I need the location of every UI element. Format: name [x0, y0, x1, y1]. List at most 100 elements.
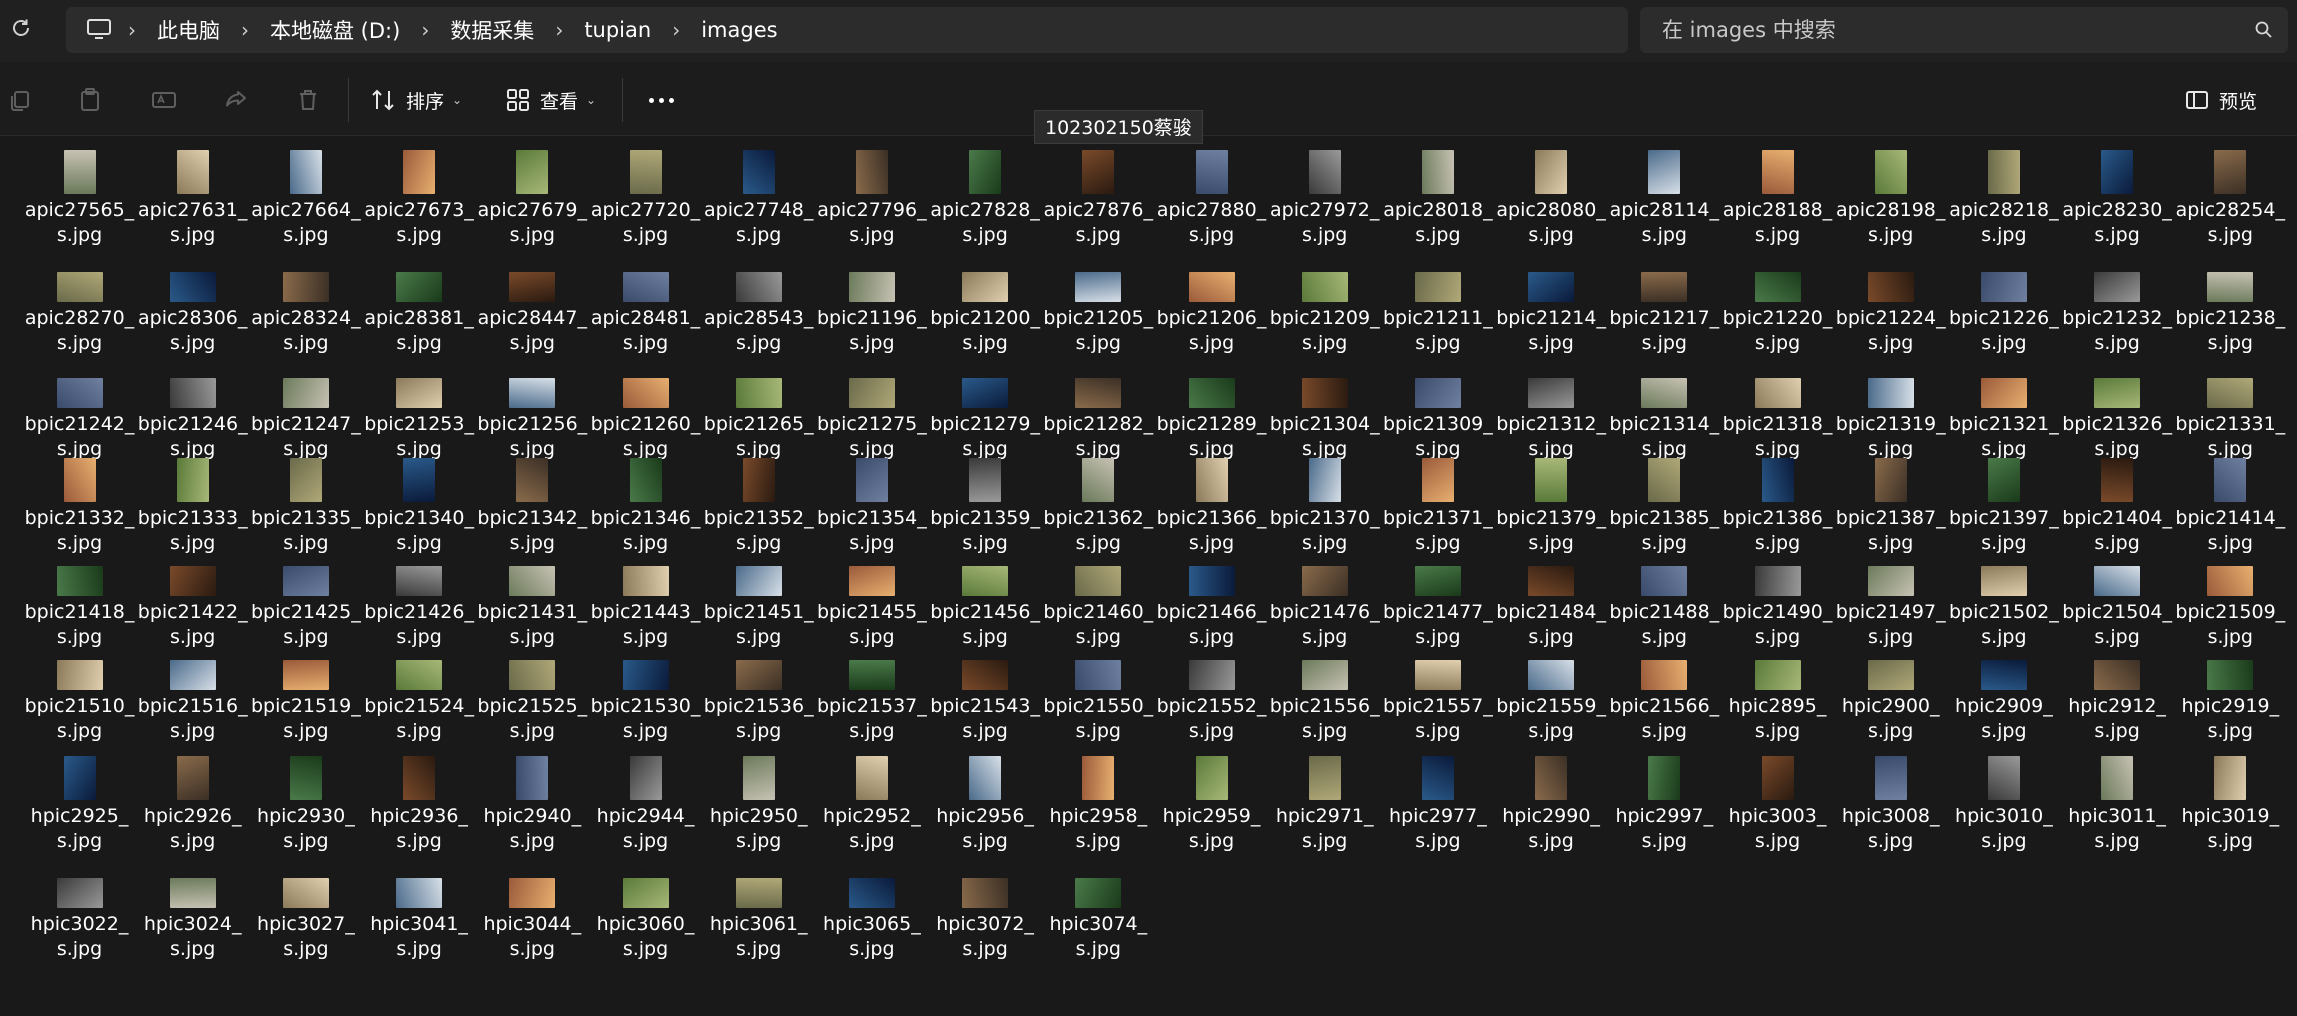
- file-item[interactable]: bpic21217_s.jpg: [1608, 258, 1721, 356]
- file-item[interactable]: bpic21387_s.jpg: [1834, 458, 1947, 556]
- file-item[interactable]: bpic21211_s.jpg: [1381, 258, 1494, 356]
- file-item[interactable]: hpic2925_s.jpg: [23, 756, 136, 854]
- file-item[interactable]: apic28114_s.jpg: [1608, 150, 1721, 248]
- file-item[interactable]: bpic21550_s.jpg: [1042, 646, 1155, 744]
- file-item[interactable]: bpic21484_s.jpg: [1495, 552, 1608, 650]
- file-item[interactable]: bpic21516_s.jpg: [136, 646, 249, 744]
- file-item[interactable]: bpic21418_s.jpg: [23, 552, 136, 650]
- file-item[interactable]: hpic2900_s.jpg: [1834, 646, 1947, 744]
- file-item[interactable]: hpic2990_s.jpg: [1495, 756, 1608, 854]
- file-item[interactable]: bpic21451_s.jpg: [702, 552, 815, 650]
- file-item[interactable]: bpic21312_s.jpg: [1495, 364, 1608, 462]
- file-item[interactable]: hpic2952_s.jpg: [815, 756, 928, 854]
- file-item[interactable]: bpic21279_s.jpg: [929, 364, 1042, 462]
- file-item[interactable]: bpic21556_s.jpg: [1268, 646, 1381, 744]
- file-item[interactable]: apic28018_s.jpg: [1381, 150, 1494, 248]
- file-item[interactable]: apic27631_s.jpg: [136, 150, 249, 248]
- file-item[interactable]: bpic21386_s.jpg: [1721, 458, 1834, 556]
- file-item[interactable]: bpic21260_s.jpg: [589, 364, 702, 462]
- file-item[interactable]: hpic3008_s.jpg: [1834, 756, 1947, 854]
- file-item[interactable]: apic28188_s.jpg: [1721, 150, 1834, 248]
- file-item[interactable]: apic28080_s.jpg: [1495, 150, 1608, 248]
- file-item[interactable]: bpic21333_s.jpg: [136, 458, 249, 556]
- file-item[interactable]: apic28218_s.jpg: [1947, 150, 2060, 248]
- file-item[interactable]: bpic21490_s.jpg: [1721, 552, 1834, 650]
- file-item[interactable]: hpic2959_s.jpg: [1155, 756, 1268, 854]
- file-item[interactable]: apic27565_s.jpg: [23, 150, 136, 248]
- file-item[interactable]: bpic21476_s.jpg: [1268, 552, 1381, 650]
- file-item[interactable]: bpic21309_s.jpg: [1381, 364, 1494, 462]
- file-item[interactable]: bpic21362_s.jpg: [1042, 458, 1155, 556]
- file-item[interactable]: apic28543_s.jpg: [702, 258, 815, 356]
- file-item[interactable]: hpic2956_s.jpg: [929, 756, 1042, 854]
- file-item[interactable]: hpic3044_s.jpg: [476, 864, 589, 962]
- file-item[interactable]: apic27720_s.jpg: [589, 150, 702, 248]
- file-item[interactable]: apic28198_s.jpg: [1834, 150, 1947, 248]
- file-item[interactable]: hpic3024_s.jpg: [136, 864, 249, 962]
- file-item[interactable]: bpic21332_s.jpg: [23, 458, 136, 556]
- file-item[interactable]: hpic3022_s.jpg: [23, 864, 136, 962]
- file-item[interactable]: bpic21220_s.jpg: [1721, 258, 1834, 356]
- file-item[interactable]: bpic21456_s.jpg: [929, 552, 1042, 650]
- file-item[interactable]: bpic21265_s.jpg: [702, 364, 815, 462]
- file-item[interactable]: hpic3061_s.jpg: [702, 864, 815, 962]
- file-item[interactable]: apic27972_s.jpg: [1268, 150, 1381, 248]
- file-item[interactable]: hpic2977_s.jpg: [1381, 756, 1494, 854]
- file-item[interactable]: bpic21206_s.jpg: [1155, 258, 1268, 356]
- file-item[interactable]: bpic21326_s.jpg: [2061, 364, 2174, 462]
- file-item[interactable]: hpic2950_s.jpg: [702, 756, 815, 854]
- file-item[interactable]: hpic2926_s.jpg: [136, 756, 249, 854]
- file-item[interactable]: bpic21275_s.jpg: [815, 364, 928, 462]
- file-item[interactable]: hpic2971_s.jpg: [1268, 756, 1381, 854]
- file-item[interactable]: apic27748_s.jpg: [702, 150, 815, 248]
- file-item[interactable]: bpic21340_s.jpg: [363, 458, 476, 556]
- file-item[interactable]: bpic21460_s.jpg: [1042, 552, 1155, 650]
- file-item[interactable]: bpic21537_s.jpg: [815, 646, 928, 744]
- file-item[interactable]: bpic21477_s.jpg: [1381, 552, 1494, 650]
- file-item[interactable]: hpic3010_s.jpg: [1947, 756, 2060, 854]
- file-item[interactable]: bpic21205_s.jpg: [1042, 258, 1155, 356]
- file-item[interactable]: apic28270_s.jpg: [23, 258, 136, 356]
- file-item[interactable]: bpic21318_s.jpg: [1721, 364, 1834, 462]
- file-item[interactable]: bpic21557_s.jpg: [1381, 646, 1494, 744]
- file-item[interactable]: bpic21425_s.jpg: [249, 552, 362, 650]
- file-item[interactable]: bpic21247_s.jpg: [249, 364, 362, 462]
- file-item[interactable]: bpic21352_s.jpg: [702, 458, 815, 556]
- file-item[interactable]: apic27664_s.jpg: [249, 150, 362, 248]
- file-item[interactable]: hpic3060_s.jpg: [589, 864, 702, 962]
- file-item[interactable]: hpic3041_s.jpg: [363, 864, 476, 962]
- file-item[interactable]: bpic21304_s.jpg: [1268, 364, 1381, 462]
- file-item[interactable]: apic28447_s.jpg: [476, 258, 589, 356]
- file-item[interactable]: apic28254_s.jpg: [2174, 150, 2287, 248]
- file-item[interactable]: bpic21455_s.jpg: [815, 552, 928, 650]
- file-item[interactable]: bpic21224_s.jpg: [1834, 258, 1947, 356]
- file-item[interactable]: hpic2909_s.jpg: [1947, 646, 2060, 744]
- file-item[interactable]: bpic21354_s.jpg: [815, 458, 928, 556]
- file-item[interactable]: bpic21335_s.jpg: [249, 458, 362, 556]
- file-item[interactable]: apic28324_s.jpg: [249, 258, 362, 356]
- file-item[interactable]: apic27876_s.jpg: [1042, 150, 1155, 248]
- file-item[interactable]: hpic2958_s.jpg: [1042, 756, 1155, 854]
- file-item[interactable]: hpic3003_s.jpg: [1721, 756, 1834, 854]
- file-item[interactable]: hpic3027_s.jpg: [249, 864, 362, 962]
- file-item[interactable]: bpic21289_s.jpg: [1155, 364, 1268, 462]
- file-item[interactable]: bpic21346_s.jpg: [589, 458, 702, 556]
- file-item[interactable]: bpic21319_s.jpg: [1834, 364, 1947, 462]
- file-item[interactable]: hpic2997_s.jpg: [1608, 756, 1721, 854]
- file-item[interactable]: bpic21426_s.jpg: [363, 552, 476, 650]
- file-item[interactable]: bpic21566_s.jpg: [1608, 646, 1721, 744]
- file-item[interactable]: bpic21209_s.jpg: [1268, 258, 1381, 356]
- file-item[interactable]: hpic2936_s.jpg: [363, 756, 476, 854]
- file-item[interactable]: hpic2912_s.jpg: [2061, 646, 2174, 744]
- file-item[interactable]: bpic21536_s.jpg: [702, 646, 815, 744]
- file-item[interactable]: bpic21525_s.jpg: [476, 646, 589, 744]
- file-item[interactable]: bpic21196_s.jpg: [815, 258, 928, 356]
- file-item[interactable]: bpic21504_s.jpg: [2061, 552, 2174, 650]
- file-item[interactable]: hpic2940_s.jpg: [476, 756, 589, 854]
- file-item[interactable]: bpic21242_s.jpg: [23, 364, 136, 462]
- file-item[interactable]: apic28230_s.jpg: [2061, 150, 2174, 248]
- file-item[interactable]: bpic21422_s.jpg: [136, 552, 249, 650]
- file-item[interactable]: bpic21431_s.jpg: [476, 552, 589, 650]
- file-item[interactable]: bpic21246_s.jpg: [136, 364, 249, 462]
- file-item[interactable]: hpic2895_s.jpg: [1721, 646, 1834, 744]
